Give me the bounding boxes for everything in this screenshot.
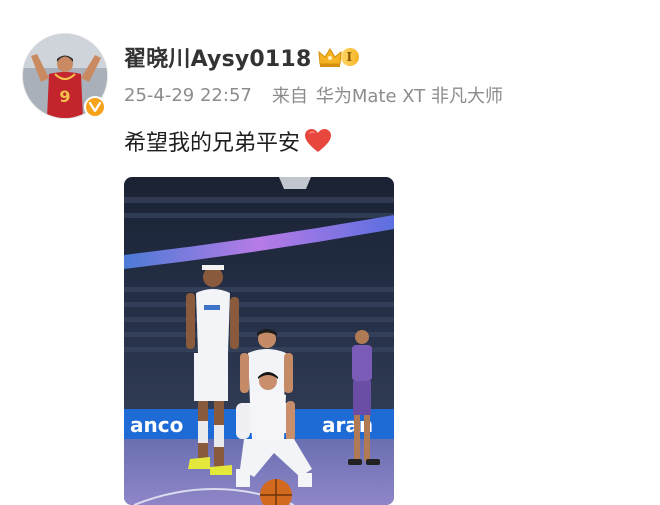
user-row: 翟晓川Aysy0118 I [124, 40, 360, 74]
post-text: 希望我的兄弟平安 [124, 131, 301, 156]
device-name[interactable]: 华为Mate XT 非凡大师 [316, 82, 503, 108]
heart-icon [304, 128, 332, 154]
username[interactable]: 翟晓川Aysy0118 [124, 41, 311, 73]
weibo-post: 9 翟晓川Aysy0118 I 25-4-29 22:57 来自 华为Mate … [0, 0, 660, 505]
level-badge-text: I [341, 48, 360, 66]
banner-text-left: anco [130, 413, 183, 437]
avatar-jersey-number: 9 [59, 87, 70, 106]
post-photo[interactable]: anco aran [124, 177, 394, 505]
source-label: 来自 [271, 86, 308, 107]
timestamp: 25-4-29 22:57 [124, 84, 252, 106]
verified-v-icon [84, 96, 106, 118]
level-badge[interactable]: I [317, 46, 360, 68]
crown-icon [318, 48, 343, 67]
avatar[interactable]: 9 [22, 33, 108, 119]
post-content: 希望我的兄弟平安 [124, 125, 332, 157]
post-meta: 25-4-29 22:57 来自 华为Mate XT 非凡大师 [124, 82, 503, 108]
